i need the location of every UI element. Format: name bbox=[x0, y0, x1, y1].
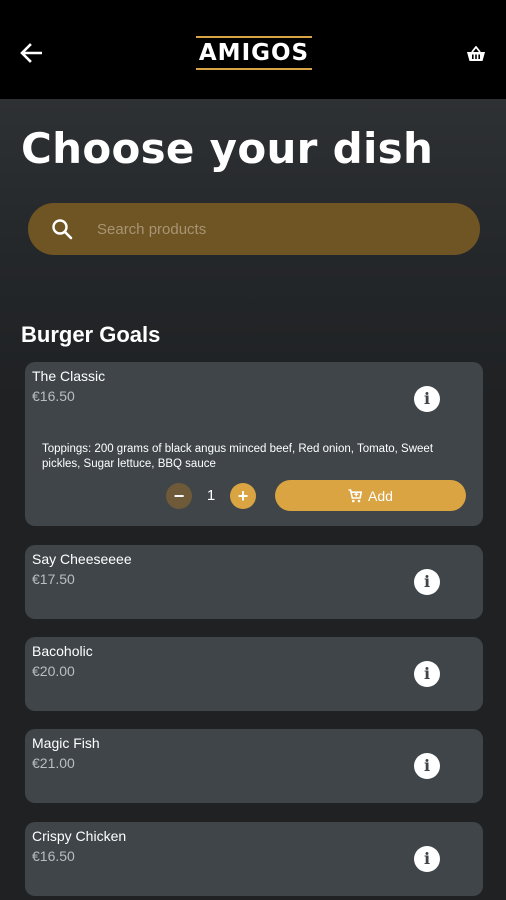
product-name: The Classic bbox=[32, 368, 106, 384]
product-card-bacoholic[interactable]: Bacoholic €20.00 i bbox=[25, 637, 483, 711]
product-card-the-classic[interactable]: The Classic €16.50 i Toppings: 200 grams… bbox=[25, 362, 483, 526]
basket-icon bbox=[467, 46, 485, 61]
minus-icon: − bbox=[173, 486, 185, 506]
product-price: €21.00 bbox=[32, 755, 75, 771]
search-input[interactable] bbox=[97, 220, 457, 238]
info-icon: i bbox=[423, 756, 431, 775]
increase-quantity-button[interactable]: + bbox=[230, 483, 256, 509]
info-button[interactable]: i bbox=[414, 846, 440, 872]
info-icon: i bbox=[423, 849, 431, 868]
section-title-burger-goals: Burger Goals bbox=[21, 322, 161, 347]
cart-plus-icon bbox=[348, 488, 363, 502]
product-card-magic-fish[interactable]: Magic Fish €21.00 i bbox=[25, 729, 483, 803]
info-icon: i bbox=[423, 389, 431, 408]
quantity-value: 1 bbox=[206, 487, 216, 504]
info-button[interactable]: i bbox=[414, 753, 440, 779]
product-card-say-cheeseeee[interactable]: Say Cheeseeee €17.50 i bbox=[25, 545, 483, 619]
product-card-crispy-chicken[interactable]: Crispy Chicken €16.50 i bbox=[25, 822, 483, 896]
add-button-label: Add bbox=[368, 487, 393, 504]
info-button[interactable]: i bbox=[414, 386, 440, 412]
search-icon bbox=[52, 219, 73, 240]
top-app-bar: AMIGOS bbox=[0, 0, 506, 99]
info-icon: i bbox=[423, 572, 431, 591]
back-button[interactable] bbox=[16, 38, 46, 68]
arrow-left-icon bbox=[20, 43, 42, 63]
amigos-logo[interactable]: AMIGOS bbox=[196, 36, 312, 70]
info-button[interactable]: i bbox=[414, 661, 440, 687]
page-title: Choose your dish bbox=[21, 124, 434, 173]
product-name: Say Cheeseeee bbox=[32, 551, 132, 567]
add-to-cart-button[interactable]: Add bbox=[275, 480, 466, 511]
decrease-quantity-button[interactable]: − bbox=[166, 483, 192, 509]
product-name: Bacoholic bbox=[32, 643, 93, 659]
product-price: €20.00 bbox=[32, 663, 75, 679]
product-name: Crispy Chicken bbox=[32, 828, 127, 844]
product-description: Toppings: 200 grams of black angus mince… bbox=[42, 443, 434, 470]
product-price: €16.50 bbox=[32, 848, 75, 864]
product-name: Magic Fish bbox=[32, 735, 100, 751]
basket-button[interactable] bbox=[462, 42, 490, 66]
search-bar[interactable] bbox=[28, 203, 480, 255]
plus-icon: + bbox=[237, 486, 249, 506]
info-icon: i bbox=[423, 664, 431, 683]
logo-text: AMIGOS bbox=[198, 39, 310, 66]
info-button[interactable]: i bbox=[414, 569, 440, 595]
product-price: €17.50 bbox=[32, 571, 75, 587]
product-price: €16.50 bbox=[32, 388, 75, 404]
